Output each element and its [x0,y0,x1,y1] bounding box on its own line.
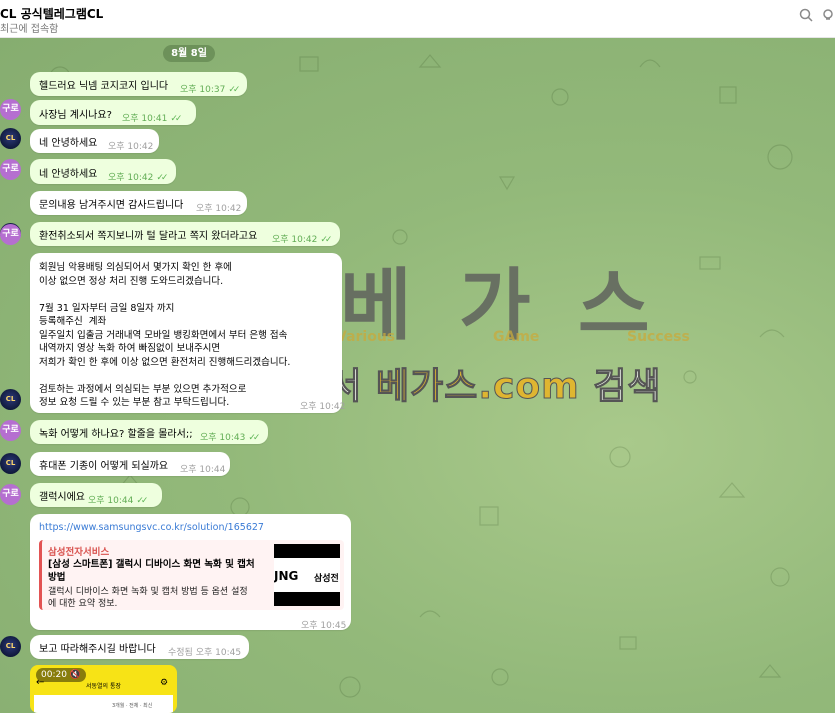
message-text: 문의내용 남겨주시면 감사드립니다 [39,200,184,211]
video-screen-filter: 3개월 · 전체 · 최신 [112,703,153,709]
message-text: 회원님 악용배팅 의심되어서 몇가지 확인 한 후에 이상 없으면 정상 처리 … [39,262,291,408]
message-text: 갤럭시에요 [39,492,85,503]
gear-icon: ⚙ [160,678,169,688]
message-text: 네 안녕하세요 [39,169,98,180]
message-time: 오후 10:43 ✓✓ [200,430,260,443]
message-time: 오후 10:45 [301,621,347,631]
thumbnail-black-bar [274,544,340,558]
message-bubble-outgoing[interactable]: 녹화 어떻게 하나요? 할줄을 몰라서;; 오후 10:43 ✓✓ [30,420,268,444]
thumbnail-black-bar [274,592,340,606]
message-time: 수정됨 오후 10:45 [168,648,242,658]
message-text: 헬드러요 닉넴 코지코지 입니다 [39,81,169,92]
link-preview-card[interactable]: 삼성전자서비스 [삼성 스마트폰] 갤럭시 디바이스 화면 녹화 및 캡처 방법… [39,540,344,610]
video-duration-badge[interactable]: 00:20 🔇 [36,668,87,682]
avatar[interactable]: 구로 [0,420,21,441]
link-preview-title: [삼성 스마트폰] 갤럭시 디바이스 화면 녹화 및 캡처 방법 [48,559,255,583]
message-time: 오후 10:42 ✓✓ [272,232,332,245]
message-time: 오후 10:42 [108,142,154,152]
date-separator: 8월 8일 [163,45,215,62]
double-check-icon: ✓✓ [228,85,240,95]
message-text: 보고 따라해주시길 바랍니다 [39,644,156,655]
message-bubble-incoming[interactable]: 문의내용 남겨주시면 감사드립니다 오후 10:42 [30,191,247,215]
message-text: 사장님 계시나요? [39,110,112,121]
link-message-bubble[interactable]: https://www.samsungsvc.co.kr/solution/16… [30,514,351,631]
last-seen-status: 최근에 접속함 [0,24,59,35]
avatar[interactable]: CL [0,636,21,657]
double-check-icon: ✓✓ [156,173,168,183]
message-time: 오후 10:44 [180,465,226,475]
message-time-text: 오후 10:44 [88,496,134,506]
message-text: 휴대폰 기종이 어떻게 되실까요 [39,461,169,472]
message-bubble-incoming[interactable]: 보고 따라해주시길 바랍니다 수정됨 오후 10:45 [30,635,249,659]
thumbnail-brand-2: 삼성전 [314,574,339,584]
video-screen-title: 서동열의 통장 [86,683,122,690]
avatar[interactable]: 구로 [0,99,21,120]
message-time-text: 오후 10:37 [180,85,226,95]
message-bubble-outgoing[interactable]: 환전취소되서 쪽지보니까 털 달라고 쪽지 왔더라고요 오후 10:42 ✓✓ [30,222,340,246]
search-icon[interactable] [799,8,813,26]
message-bubble-outgoing[interactable]: 헬드러요 닉넴 코지코지 입니다 오후 10:37 ✓✓ [30,72,247,96]
message-bubble-incoming[interactable]: 네 안녕하세요 오후 10:42 [30,129,159,153]
message-time-text: 오후 10:42 [272,235,318,245]
message-time: 오후 10:42 [196,204,242,214]
link-url[interactable]: https://www.samsungsvc.co.kr/solution/16… [39,522,264,533]
message-time-text: 오후 10:41 [122,114,168,124]
avatar[interactable]: CL [0,389,21,410]
video-duration: 00:20 [41,670,67,680]
message-time-text: 오후 10:42 [108,173,154,183]
chat-header: CL 공식텔레그램CL 최근에 접속함 [0,0,835,38]
double-check-icon: ✓✓ [136,496,148,506]
link-preview-description: 갤럭시 디바이스 화면 녹화 및 캡처 방법 등 옵션 설정에 대한 요약 정보… [48,587,248,609]
chat-area[interactable]: 베 가 스 Various GAme Success 구글에서 베가스.com … [0,37,835,713]
message-time: 오후 10:44 ✓✓ [88,493,148,506]
message-text: 환전취소되서 쪽지보니까 털 달라고 쪽지 왔더라고요 [39,231,258,242]
message-time: 오후 10:42 ✓✓ [108,170,168,183]
more-icon[interactable] [822,8,835,26]
link-preview-site: 삼성전자서비스 [48,547,110,558]
double-check-icon: ✓✓ [320,235,332,245]
message-time: 오후 10:37 ✓✓ [180,82,240,95]
message-time: 오후 10:41 ✓✓ [122,111,182,124]
speaker-muted-icon[interactable]: 🔇 [70,670,81,680]
video-message[interactable]: ← 서동열의 통장 ⚙ 3개월 · 전체 · 최신 00:20 🔇 [30,665,177,713]
message-bubble-outgoing[interactable]: 네 안녕하세요 오후 10:42 ✓✓ [30,159,176,184]
avatar[interactable]: 구로 [0,224,21,245]
link-preview-thumbnail: JNG 삼성전 [274,544,340,606]
double-check-icon: ✓✓ [170,114,182,124]
message-text: 네 안녕하세요 [39,138,98,149]
double-check-icon: ✓✓ [248,433,260,443]
avatar[interactable]: CL [0,453,21,474]
message-bubble-incoming[interactable]: 휴대폰 기종이 어떻게 되실까요 오후 10:44 [30,452,230,476]
message-time-text: 오후 10:43 [200,433,246,443]
message-text: 녹화 어떻게 하나요? 할줄을 몰라서;; [39,429,193,440]
message-bubble-outgoing[interactable]: 사장님 계시나요? 오후 10:41 ✓✓ [30,100,196,125]
avatar[interactable]: 구로 [0,159,21,180]
avatar[interactable]: 구로 [0,484,21,505]
message-time: 오후 10:42 [300,402,346,412]
thumbnail-brand: JNG [274,569,299,583]
message-bubble-outgoing[interactable]: 갤럭시에요 오후 10:44 ✓✓ [30,483,162,507]
avatar[interactable]: CL [0,128,21,149]
message-bubble-incoming[interactable]: 회원님 악용배팅 의심되어서 몇가지 확인 한 후에 이상 없으면 정상 처리 … [30,253,346,413]
